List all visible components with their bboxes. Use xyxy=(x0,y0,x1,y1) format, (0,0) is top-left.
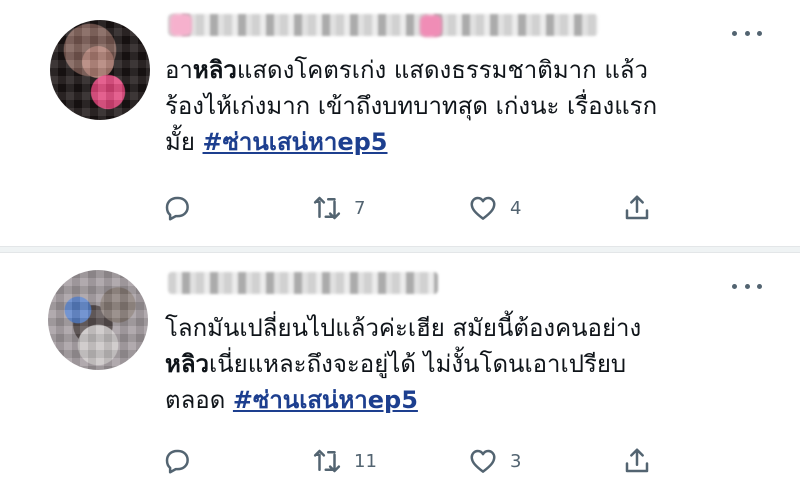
retweet-count: 7 xyxy=(354,197,366,219)
retweet-count: 11 xyxy=(354,450,377,472)
text-segment: มั้ย xyxy=(165,128,203,156)
like-button[interactable]: 4 xyxy=(468,190,521,226)
blurred-username xyxy=(168,272,438,294)
retweet-button[interactable]: 7 xyxy=(312,190,365,226)
tweet-text: โลกมันเปลี่ยนไปแล้วค่ะเฮีย สมัยนี้ต้องคน… xyxy=(165,310,780,418)
like-button[interactable]: 3 xyxy=(468,443,521,479)
reply-icon xyxy=(165,449,189,474)
avatar[interactable] xyxy=(48,270,148,370)
share-icon xyxy=(625,448,649,473)
retweet-button[interactable]: 11 xyxy=(312,443,377,479)
hashtag-link[interactable]: #ซ่านเสน่หาep5 xyxy=(233,386,418,414)
text-line: โลกมันเปลี่ยนไปแล้วค่ะเฮีย สมัยนี้ต้องคน… xyxy=(165,314,642,342)
share-button[interactable] xyxy=(622,443,652,479)
retweet-icon xyxy=(313,196,341,220)
text-segment: แสดงโคตรเก่ง แสดงธรรมชาติมาก แล้ว xyxy=(236,56,648,84)
like-count: 3 xyxy=(510,450,522,472)
share-button[interactable] xyxy=(622,190,652,226)
tweet-text: อาหลิวแสดงโคตรเก่ง แสดงธรรมชาติมาก แล้ว … xyxy=(165,52,780,160)
highlighted-name: หลิว xyxy=(192,56,237,84)
share-icon xyxy=(625,195,649,220)
hashtag-link[interactable]: #ซ่านเสน่หาep5 xyxy=(203,128,388,156)
blurred-emoji xyxy=(420,15,442,37)
more-icon[interactable] xyxy=(732,27,762,39)
blurred-username xyxy=(168,14,598,36)
reply-icon xyxy=(165,196,189,221)
text-segment: เนี่ยแหละถึงจะอยู่ได้ ไม่งั้นโดนเอาเปรีย… xyxy=(209,350,627,378)
highlighted-name: หลิว xyxy=(165,350,210,378)
heart-icon xyxy=(470,196,496,220)
like-count: 4 xyxy=(510,197,522,219)
reply-button[interactable] xyxy=(162,443,192,479)
tweet-divider xyxy=(0,246,800,253)
retweet-icon xyxy=(313,449,341,473)
tweet-actions: 7 4 xyxy=(160,190,680,226)
text-line: ร้องไห้เก่งมาก เข้าถึงบทบาทสุด เก่งนะ เร… xyxy=(165,92,658,120)
text-segment: ตลอด xyxy=(165,386,233,414)
blurred-emoji xyxy=(170,14,192,36)
avatar[interactable] xyxy=(50,20,150,120)
reply-button[interactable] xyxy=(162,190,192,226)
tweet-1[interactable]: อาหลิวแสดงโคตรเก่ง แสดงธรรมชาติมาก แล้ว … xyxy=(0,0,800,246)
text-segment: อา xyxy=(165,56,193,84)
heart-icon xyxy=(470,449,496,473)
more-icon[interactable] xyxy=(732,280,762,292)
tweet-2[interactable]: โลกมันเปลี่ยนไปแล้วค่ะเฮีย สมัยนี้ต้องคน… xyxy=(0,253,800,500)
tweet-actions: 11 3 xyxy=(160,443,680,479)
